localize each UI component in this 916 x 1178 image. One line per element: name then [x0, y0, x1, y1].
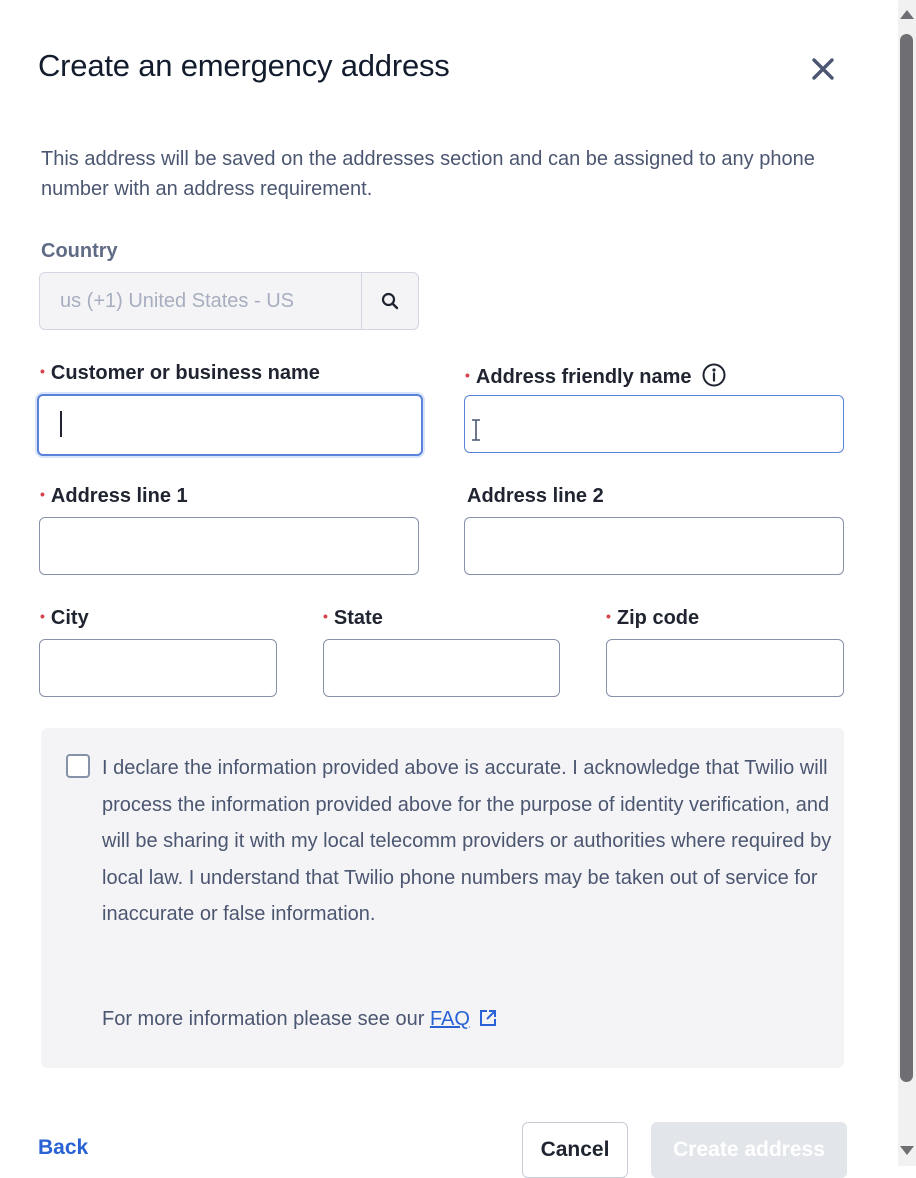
address-line1-label: • Address line 1 [40, 485, 188, 507]
required-marker: • [40, 608, 45, 624]
declaration-text: I declare the information provided above… [102, 757, 832, 926]
search-icon [381, 292, 399, 310]
zip-label: • Zip code [606, 607, 700, 629]
faq-link[interactable]: FAQ [430, 1008, 470, 1030]
close-icon[interactable] [806, 52, 840, 86]
scrollbar-thumb[interactable] [900, 34, 913, 1082]
required-marker: • [40, 363, 45, 379]
create-emergency-address-modal: Create an emergency address This address… [0, 0, 900, 1178]
required-marker: • [323, 608, 328, 624]
city-input[interactable] [39, 639, 277, 697]
country-search-button [361, 273, 418, 329]
customer-name-label: • Customer or business name [40, 362, 320, 384]
declaration-checkbox[interactable] [66, 754, 90, 778]
cancel-button[interactable]: Cancel [522, 1122, 628, 1178]
friendly-name-input[interactable] [464, 395, 844, 453]
customer-name-input[interactable] [37, 394, 423, 456]
required-marker: • [465, 367, 470, 383]
scroll-up-icon[interactable] [900, 10, 914, 19]
friendly-name-label: • Address friendly name [465, 362, 727, 389]
required-marker: • [606, 608, 611, 624]
zip-input[interactable] [606, 639, 844, 697]
state-input[interactable] [323, 639, 560, 697]
info-icon[interactable] [701, 362, 727, 388]
external-link-icon[interactable] [478, 1008, 498, 1028]
country-label: Country [41, 240, 118, 262]
modal-description: This address will be saved on the addres… [41, 148, 815, 200]
text-caret [60, 411, 62, 437]
address-line2-input[interactable] [464, 517, 844, 575]
required-marker: • [40, 486, 45, 502]
modal-title: Create an emergency address [38, 48, 450, 83]
address-line2-label: Address line 2 [467, 485, 604, 507]
country-select: us (+1) United States - US [39, 272, 419, 330]
country-value: us (+1) United States - US [60, 289, 294, 312]
text-cursor-icon [472, 419, 480, 441]
create-address-button[interactable]: Create address [651, 1122, 847, 1178]
back-button[interactable]: Back [38, 1136, 88, 1160]
faq-line: For more information please see our FAQ [102, 1008, 498, 1031]
state-label: • State [323, 607, 383, 629]
address-line1-input[interactable] [39, 517, 419, 575]
faq-prefix: For more information please see our [102, 1008, 425, 1030]
scroll-down-icon[interactable] [900, 1146, 914, 1155]
city-label: • City [40, 607, 89, 629]
